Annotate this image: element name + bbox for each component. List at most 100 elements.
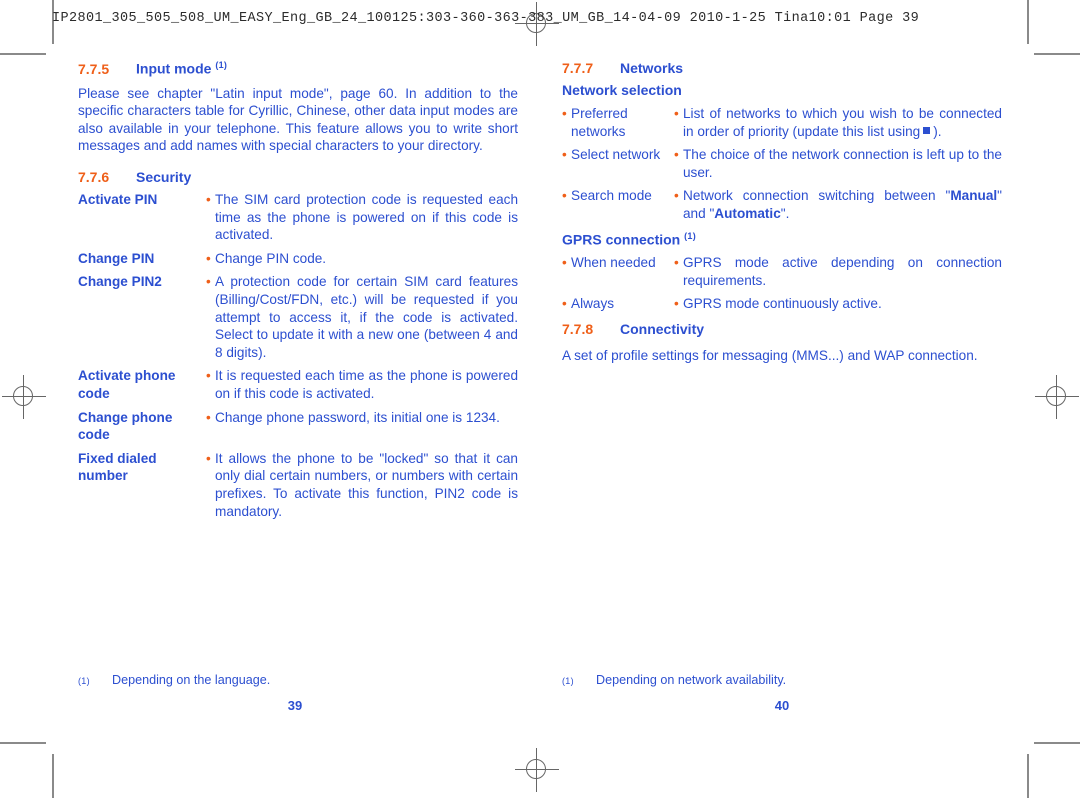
- definition-body: • GPRS mode active depending on connecti…: [674, 254, 1002, 289]
- definition-label: Change PIN2: [78, 274, 162, 290]
- footnote-left: (1) Depending on the language.: [78, 673, 518, 687]
- bullet-icon: •: [562, 106, 567, 121]
- bullet-icon: •: [562, 296, 567, 312]
- footnote-text: Depending on the language.: [112, 673, 271, 687]
- crop-mark-bottom-right-horizontal: [1034, 742, 1080, 744]
- page-number-right: 40: [774, 698, 790, 713]
- definition-label: • When needed: [562, 254, 674, 289]
- registration-mark-bottom-center: [515, 748, 559, 792]
- crop-mark-top-left-horizontal: [0, 53, 46, 55]
- footnote-reference: (1): [684, 230, 697, 241]
- crop-mark-bottom-left-vertical: [52, 754, 54, 798]
- definition-body: • Network connection switching between "…: [674, 187, 1002, 222]
- section-heading-input-mode: 7.7.5 Input mode (1): [78, 60, 518, 77]
- definition-body: • The SIM card protection code is reques…: [206, 191, 518, 244]
- definition-label: • Preferred networks: [562, 105, 674, 140]
- definition-label: • Search mode: [562, 187, 674, 222]
- bullet-icon: •: [562, 188, 567, 204]
- bullet-icon: •: [562, 255, 567, 271]
- definition-body: • List of networks to which you wish to …: [674, 105, 1002, 140]
- definition-body: • It is requested each time as the phone…: [206, 367, 518, 402]
- bullet-icon: •: [674, 296, 679, 312]
- subheading-network-selection: Network selection: [562, 82, 682, 98]
- definition-text: The choice of the network connection is …: [683, 147, 1002, 180]
- definition-text: List of networks to which you wish to be…: [683, 105, 1002, 140]
- definition-body: • A protection code for certain SIM card…: [206, 273, 518, 361]
- footnote-mark: (1): [562, 676, 574, 686]
- definition-row: Change phone code • Change phone passwor…: [78, 409, 518, 444]
- definition-row: Activate phone code • It is requested ea…: [78, 367, 518, 402]
- definition-text-before: Network connection switching between ": [683, 188, 951, 204]
- section-number: 7.7.7: [562, 60, 594, 76]
- definition-label-text: When needed: [571, 255, 656, 271]
- definition-row: Change PIN • Change PIN code.: [78, 250, 518, 268]
- bullet-icon: •: [674, 106, 679, 121]
- definition-text: The SIM card protection code is requeste…: [215, 192, 518, 243]
- definition-label: • Always: [562, 295, 674, 313]
- section-number: 7.7.6: [78, 169, 110, 186]
- emphasis-manual: Manual: [950, 188, 998, 204]
- section-heading-security: 7.7.6 Security: [78, 169, 518, 185]
- section-heading-networks: 7.7.7 Networks: [562, 60, 1002, 76]
- navigation-key-icon: [923, 126, 931, 134]
- definition-text: A protection code for certain SIM card f…: [215, 274, 518, 360]
- bullet-icon: •: [674, 188, 679, 204]
- section-number: 7.7.8: [562, 321, 594, 337]
- bullet-icon: •: [206, 274, 211, 290]
- section-title: Security: [136, 169, 192, 186]
- section-title: Connectivity: [620, 321, 705, 337]
- page-number-left: 39: [287, 698, 303, 713]
- bullet-icon: •: [562, 147, 567, 163]
- bullet-icon: •: [206, 368, 211, 384]
- definition-text: GPRS mode continuously active.: [683, 296, 882, 312]
- definition-label-text: Preferred networks: [571, 106, 628, 139]
- definition-label: Activate PIN: [78, 192, 158, 208]
- subheading-text: GPRS connection: [562, 231, 681, 248]
- section-heading-connectivity: 7.7.8 Connectivity: [562, 321, 1002, 337]
- subheading-gprs-connection: GPRS connection (1): [562, 231, 1002, 248]
- definition-label: Fixed dialed number: [78, 450, 157, 484]
- definition-label: Activate phone code: [78, 368, 176, 401]
- page-body: 7.7.5 Input mode (1) Please see chapter …: [0, 60, 1080, 740]
- right-page-column: 7.7.7 Networks Network selection • Prefe…: [562, 60, 1002, 379]
- definition-label: • Select network: [562, 146, 674, 181]
- definition-body: • Change PIN code.: [206, 250, 518, 268]
- definition-text: Network connection switching between "Ma…: [683, 187, 1002, 222]
- definition-text: Change phone password, its initial one i…: [215, 409, 500, 425]
- definition-text: It allows the phone to be "locked" so th…: [215, 450, 518, 519]
- definition-body: • GPRS mode continuously active.: [674, 295, 1002, 313]
- definition-body: • The choice of the network connection i…: [674, 146, 1002, 181]
- bullet-icon: •: [206, 450, 211, 466]
- bullet-icon: •: [674, 255, 679, 271]
- definition-body: • It allows the phone to be "locked" so …: [206, 450, 518, 520]
- definition-row: • When needed • GPRS mode active dependi…: [562, 254, 1002, 289]
- left-page-column: 7.7.5 Input mode (1) Please see chapter …: [78, 60, 518, 526]
- crop-mark-bottom-right-vertical: [1027, 754, 1029, 798]
- definition-row: • Always • GPRS mode continuously active…: [562, 295, 1002, 313]
- emphasis-automatic: Automatic: [714, 205, 781, 221]
- bullet-icon: •: [206, 409, 211, 425]
- definition-row: • Search mode • Network connection switc…: [562, 187, 1002, 222]
- definition-body: • Change phone password, its initial one…: [206, 409, 518, 444]
- definition-row: Activate PIN • The SIM card protection c…: [78, 191, 518, 244]
- section-title: Input mode (1): [136, 60, 227, 77]
- connectivity-paragraph: A set of profile settings for messaging …: [562, 348, 978, 363]
- definition-label-text: Search mode: [571, 188, 652, 204]
- definition-text-after: ).: [933, 123, 942, 139]
- print-slug-line: IP2801_305_505_508_UM_EASY_Eng_GB_24_100…: [52, 11, 920, 26]
- definition-row: • Select network • The choice of the net…: [562, 146, 1002, 181]
- section-number: 7.7.5: [78, 60, 110, 77]
- footnote-mark: (1): [78, 676, 90, 686]
- footnote-right: (1) Depending on network availability.: [562, 673, 1002, 687]
- footnote-reference: (1): [215, 60, 228, 70]
- crop-mark-bottom-left-horizontal: [0, 742, 46, 744]
- definition-label-text: Always: [571, 296, 615, 312]
- definition-text: GPRS mode active depending on connection…: [683, 255, 1002, 288]
- definition-row: Fixed dialed number • It allows the phon…: [78, 450, 518, 520]
- definition-row: • Preferred networks • List of networks …: [562, 105, 1002, 140]
- bullet-icon: •: [206, 192, 211, 208]
- bullet-icon: •: [206, 250, 211, 266]
- definition-label: Change PIN: [78, 250, 155, 266]
- definition-text-after: ".: [780, 205, 790, 221]
- footnote-text: Depending on network availability.: [596, 673, 787, 687]
